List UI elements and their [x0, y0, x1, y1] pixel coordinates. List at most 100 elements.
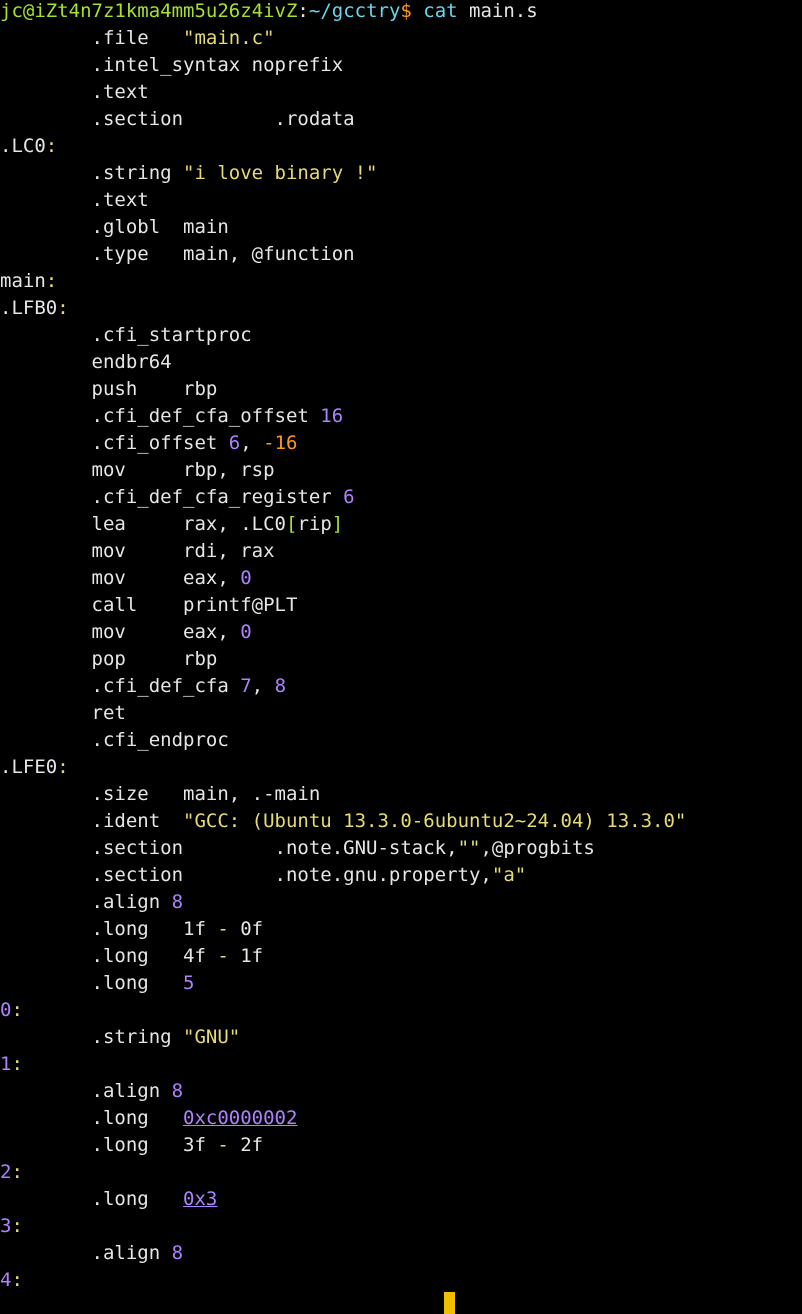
text-segment: : — [11, 999, 23, 1021]
text-segment: 8 — [171, 1242, 184, 1264]
terminal-output[interactable]: jc@iZt4n7z1kma4mm5u26z4ivZ:~/gcctry$ cat… — [0, 0, 802, 1299]
output-line: .section .note.gnu.property,"a" — [0, 862, 527, 889]
text-segment: - — [217, 918, 229, 940]
text-segment: .ident — [0, 810, 184, 832]
output-line: .cfi_endproc — [0, 727, 229, 754]
output-line: .long 4f - 1f — [0, 943, 264, 970]
text-segment: 16 — [320, 405, 344, 427]
output-line: main: — [0, 268, 57, 295]
text-segment: -16 — [263, 432, 298, 454]
text-segment: endbr64 — [0, 351, 172, 373]
text-segment: : — [11, 1269, 23, 1291]
text-segment: push rbp — [0, 378, 218, 400]
text-segment: .long 3f — [0, 1134, 218, 1156]
text-segment: 8 — [274, 675, 287, 697]
output-line: mov eax, 0 — [0, 565, 252, 592]
text-segment: 8 — [171, 891, 184, 913]
output-line: .LC0: — [0, 133, 57, 160]
text-segment: mov rbp, rsp — [0, 459, 275, 481]
output-line: pop rbp — [0, 646, 218, 673]
output-line: .section .note.GNU-stack,"",@progbits — [0, 835, 595, 862]
text-segment: 2 — [0, 1161, 12, 1183]
text-segment: ~/gcctry — [308, 0, 401, 22]
text-segment: lea rax, .LC0 — [0, 513, 286, 535]
output-line: .file "main.c" — [0, 25, 275, 52]
text-segment: 1 — [0, 1053, 12, 1075]
text-segment: .section .rodata — [0, 108, 355, 130]
text-segment: .cfi_def_cfa_register — [0, 486, 344, 508]
output-line: 3: — [0, 1213, 23, 1240]
text-segment: : — [57, 297, 69, 319]
text-segment: 5 — [183, 972, 195, 994]
text-segment: : — [297, 0, 309, 22]
text-segment: 0xc0000002 — [183, 1107, 298, 1129]
text-segment: .long — [0, 1188, 184, 1210]
text-segment: 7 — [240, 675, 252, 697]
text-segment: ,@progbits — [480, 837, 595, 859]
text-segment: .LC0 — [0, 135, 46, 157]
output-line: .text — [0, 187, 149, 214]
text-segment: .file — [0, 27, 184, 49]
output-line: lea rax, .LC0[rip] — [0, 511, 344, 538]
text-segment: 0 — [240, 621, 252, 643]
text-segment: .intel_syntax noprefix — [0, 54, 344, 76]
output-line: 0: — [0, 997, 23, 1024]
text-segment: , — [251, 675, 275, 697]
text-segment: 1f — [228, 945, 264, 967]
text-segment: "GCC: (Ubuntu 13.3.0-6ubuntu2~24.04) 13.… — [183, 810, 687, 832]
text-segment: .cfi_endproc — [0, 729, 229, 751]
text-segment: 8 — [171, 1080, 184, 1102]
output-line: .text — [0, 79, 149, 106]
output-line: push rbp — [0, 376, 218, 403]
output-line: .cfi_def_cfa 7, 8 — [0, 673, 287, 700]
output-line: 4: — [0, 1267, 23, 1294]
text-segment: 4 — [0, 1269, 12, 1291]
text-segment: .cfi_startproc — [0, 324, 252, 346]
output-line: .long 0xc0000002 — [0, 1105, 298, 1132]
text-segment: .align — [0, 1080, 172, 1102]
output-line: .globl main — [0, 214, 229, 241]
text-segment: 0x3 — [183, 1188, 218, 1210]
text-segment: .cfi_offset — [0, 432, 229, 454]
text-segment: : — [45, 135, 58, 157]
text-segment: 6 — [228, 432, 241, 454]
text-segment: jc@iZt4n7z1kma4mm5u26z4ivZ — [0, 0, 298, 22]
text-segment: .globl main — [0, 216, 229, 238]
output-line: .string "i love binary !" — [0, 160, 378, 187]
text-segment: : — [11, 1053, 23, 1075]
output-line: .cfi_startproc — [0, 322, 252, 349]
output-line: 1: — [0, 1051, 23, 1078]
text-segment: 0 — [240, 567, 252, 589]
text-segment: 6 — [343, 486, 355, 508]
output-line: call printf@PLT — [0, 592, 298, 619]
text-segment: "main.c" — [183, 27, 275, 49]
text-segment: .section .note.GNU-stack, — [0, 837, 458, 859]
text-segment: 3 — [0, 1215, 12, 1237]
output-line: .cfi_offset 6, -16 — [0, 430, 298, 457]
output-line: .long 0x3 — [0, 1186, 218, 1213]
output-line: mov rbp, rsp — [0, 457, 275, 484]
output-line: .cfi_def_cfa_offset 16 — [0, 403, 344, 430]
text-segment: rip — [297, 513, 332, 535]
text-segment: $ — [400, 0, 424, 22]
text-segment: : — [45, 270, 58, 292]
output-line: ret — [0, 700, 126, 727]
text-segment: "" — [457, 837, 481, 859]
output-line: 2: — [0, 1159, 23, 1186]
text-segment: .type main, @function — [0, 243, 355, 265]
text-segment: [ — [285, 513, 298, 535]
output-line: .cfi_def_cfa_register 6 — [0, 484, 355, 511]
text-segment: .LFB0 — [0, 297, 58, 319]
text-segment: ret — [0, 702, 126, 724]
output-line: .string "GNU" — [0, 1024, 241, 1051]
text-segment: "a" — [491, 864, 527, 886]
text-segment: "GNU" — [183, 1026, 241, 1048]
output-line: endbr64 — [0, 349, 172, 376]
text-segment: .cfi_def_cfa_offset — [0, 405, 321, 427]
text-segment: 2f — [228, 1134, 264, 1156]
text-segment: : — [11, 1215, 23, 1237]
text-segment: .long — [0, 1107, 184, 1129]
text-segment: .text — [0, 81, 149, 103]
text-segment: cat — [423, 0, 458, 22]
text-segment: 0 — [0, 999, 12, 1021]
